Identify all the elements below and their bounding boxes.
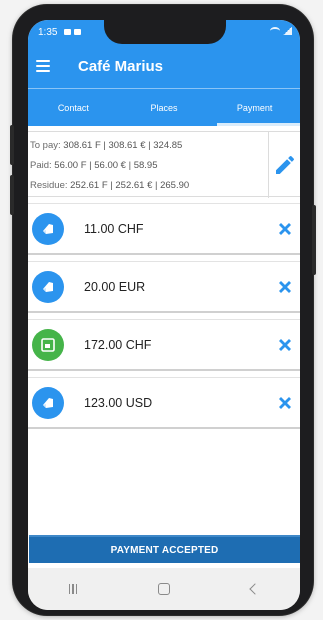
notification-icon (64, 29, 72, 35)
cash-icon (32, 386, 64, 419)
payment-row[interactable]: 20.00 EUR (28, 261, 300, 313)
payment-amount: 123.00 USD (84, 395, 153, 410)
tab-bar: Contact Places Payment (28, 88, 300, 126)
payment-accepted-button[interactable]: PAYMENT ACCEPTED (29, 535, 300, 563)
to-pay-label: To pay: (30, 140, 61, 151)
to-pay-value: 308.61 F | 308.61 € | 324.85 (63, 140, 183, 151)
delete-icon[interactable] (276, 394, 294, 412)
signal-icon (283, 27, 292, 35)
tab-places[interactable]: Places (119, 89, 210, 126)
home-icon[interactable] (158, 583, 171, 595)
payment-amount: 172.00 CHF (84, 337, 152, 352)
card-icon (32, 328, 64, 361)
delete-icon[interactable] (276, 278, 294, 296)
to-pay-line: To pay: 308.61 F | 308.61 € | 324.85 (30, 140, 182, 151)
volume-down-button (10, 175, 14, 215)
paid-line: Paid: 56.00 F | 56.00 € | 58.95 (30, 160, 157, 171)
pencil-icon (276, 155, 295, 174)
summary-divider (268, 132, 269, 198)
tab-contact[interactable]: Contact (28, 89, 119, 126)
app-bar: Café Marius (28, 44, 300, 88)
residue-line: Residue: 252.61 F | 252.61 € | 265.90 (30, 180, 189, 191)
wifi-icon (270, 27, 280, 35)
camera-notch (104, 20, 226, 44)
back-icon[interactable] (249, 583, 262, 595)
status-time: 1:35 (38, 26, 58, 38)
paid-value: 56.00 F | 56.00 € | 58.95 (54, 160, 158, 171)
payment-summary: To pay: 308.61 F | 308.61 € | 324.85 Pai… (28, 131, 300, 198)
delete-icon[interactable] (276, 336, 294, 354)
app-title: Café Marius (78, 57, 164, 75)
payment-row[interactable]: 11.00 CHF (28, 203, 300, 255)
power-button (312, 205, 316, 275)
system-nav-bar (28, 568, 300, 610)
residue-value: 252.61 F | 252.61 € | 265.90 (70, 180, 190, 191)
tab-payment[interactable]: Payment (209, 89, 300, 126)
payment-row[interactable]: 123.00 USD (28, 377, 300, 429)
status-right (270, 27, 292, 35)
payment-amount: 11.00 CHF (84, 221, 144, 236)
cash-icon (32, 270, 64, 303)
volume-up-button (10, 125, 14, 165)
payment-row[interactable]: 172.00 CHF (28, 319, 300, 371)
paid-label: Paid: (30, 160, 52, 171)
edit-button[interactable] (272, 152, 298, 178)
recents-icon[interactable] (68, 584, 78, 594)
cash-icon (32, 212, 64, 245)
message-icon (74, 29, 82, 35)
hamburger-menu-icon[interactable] (36, 60, 50, 72)
residue-label: Residue: (30, 180, 68, 191)
payment-list: 11.00 CHF 20.00 EUR 172.00 CHF 123.00 US… (28, 203, 300, 435)
delete-icon[interactable] (276, 220, 294, 238)
payment-amount: 20.00 EUR (84, 279, 146, 294)
phone-screen: 1:35 Café Marius Contact Places Payment … (28, 20, 300, 610)
